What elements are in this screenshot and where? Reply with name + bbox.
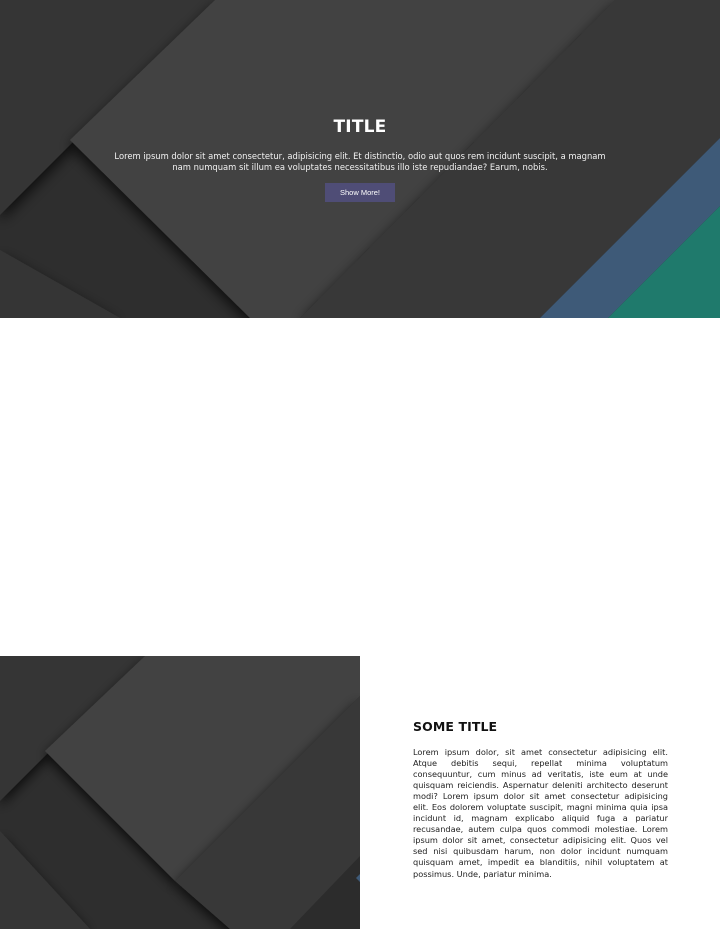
page: TITLE Lorem ipsum dolor sit amet consect… [0, 0, 720, 929]
hero-content: TITLE Lorem ipsum dolor sit amet consect… [0, 0, 720, 318]
feature-image [0, 656, 360, 929]
feature-background-graphic [0, 656, 360, 929]
feature-description: Lorem ipsum dolor, sit amet consectetur … [413, 747, 668, 879]
hero-description: Lorem ipsum dolor sit amet consectetur, … [114, 151, 606, 173]
hero-section: TITLE Lorem ipsum dolor sit amet consect… [0, 0, 720, 318]
hero-title: TITLE [333, 117, 387, 137]
feature-title: SOME TITLE [413, 719, 498, 734]
show-more-button[interactable]: Show More! [325, 183, 395, 202]
